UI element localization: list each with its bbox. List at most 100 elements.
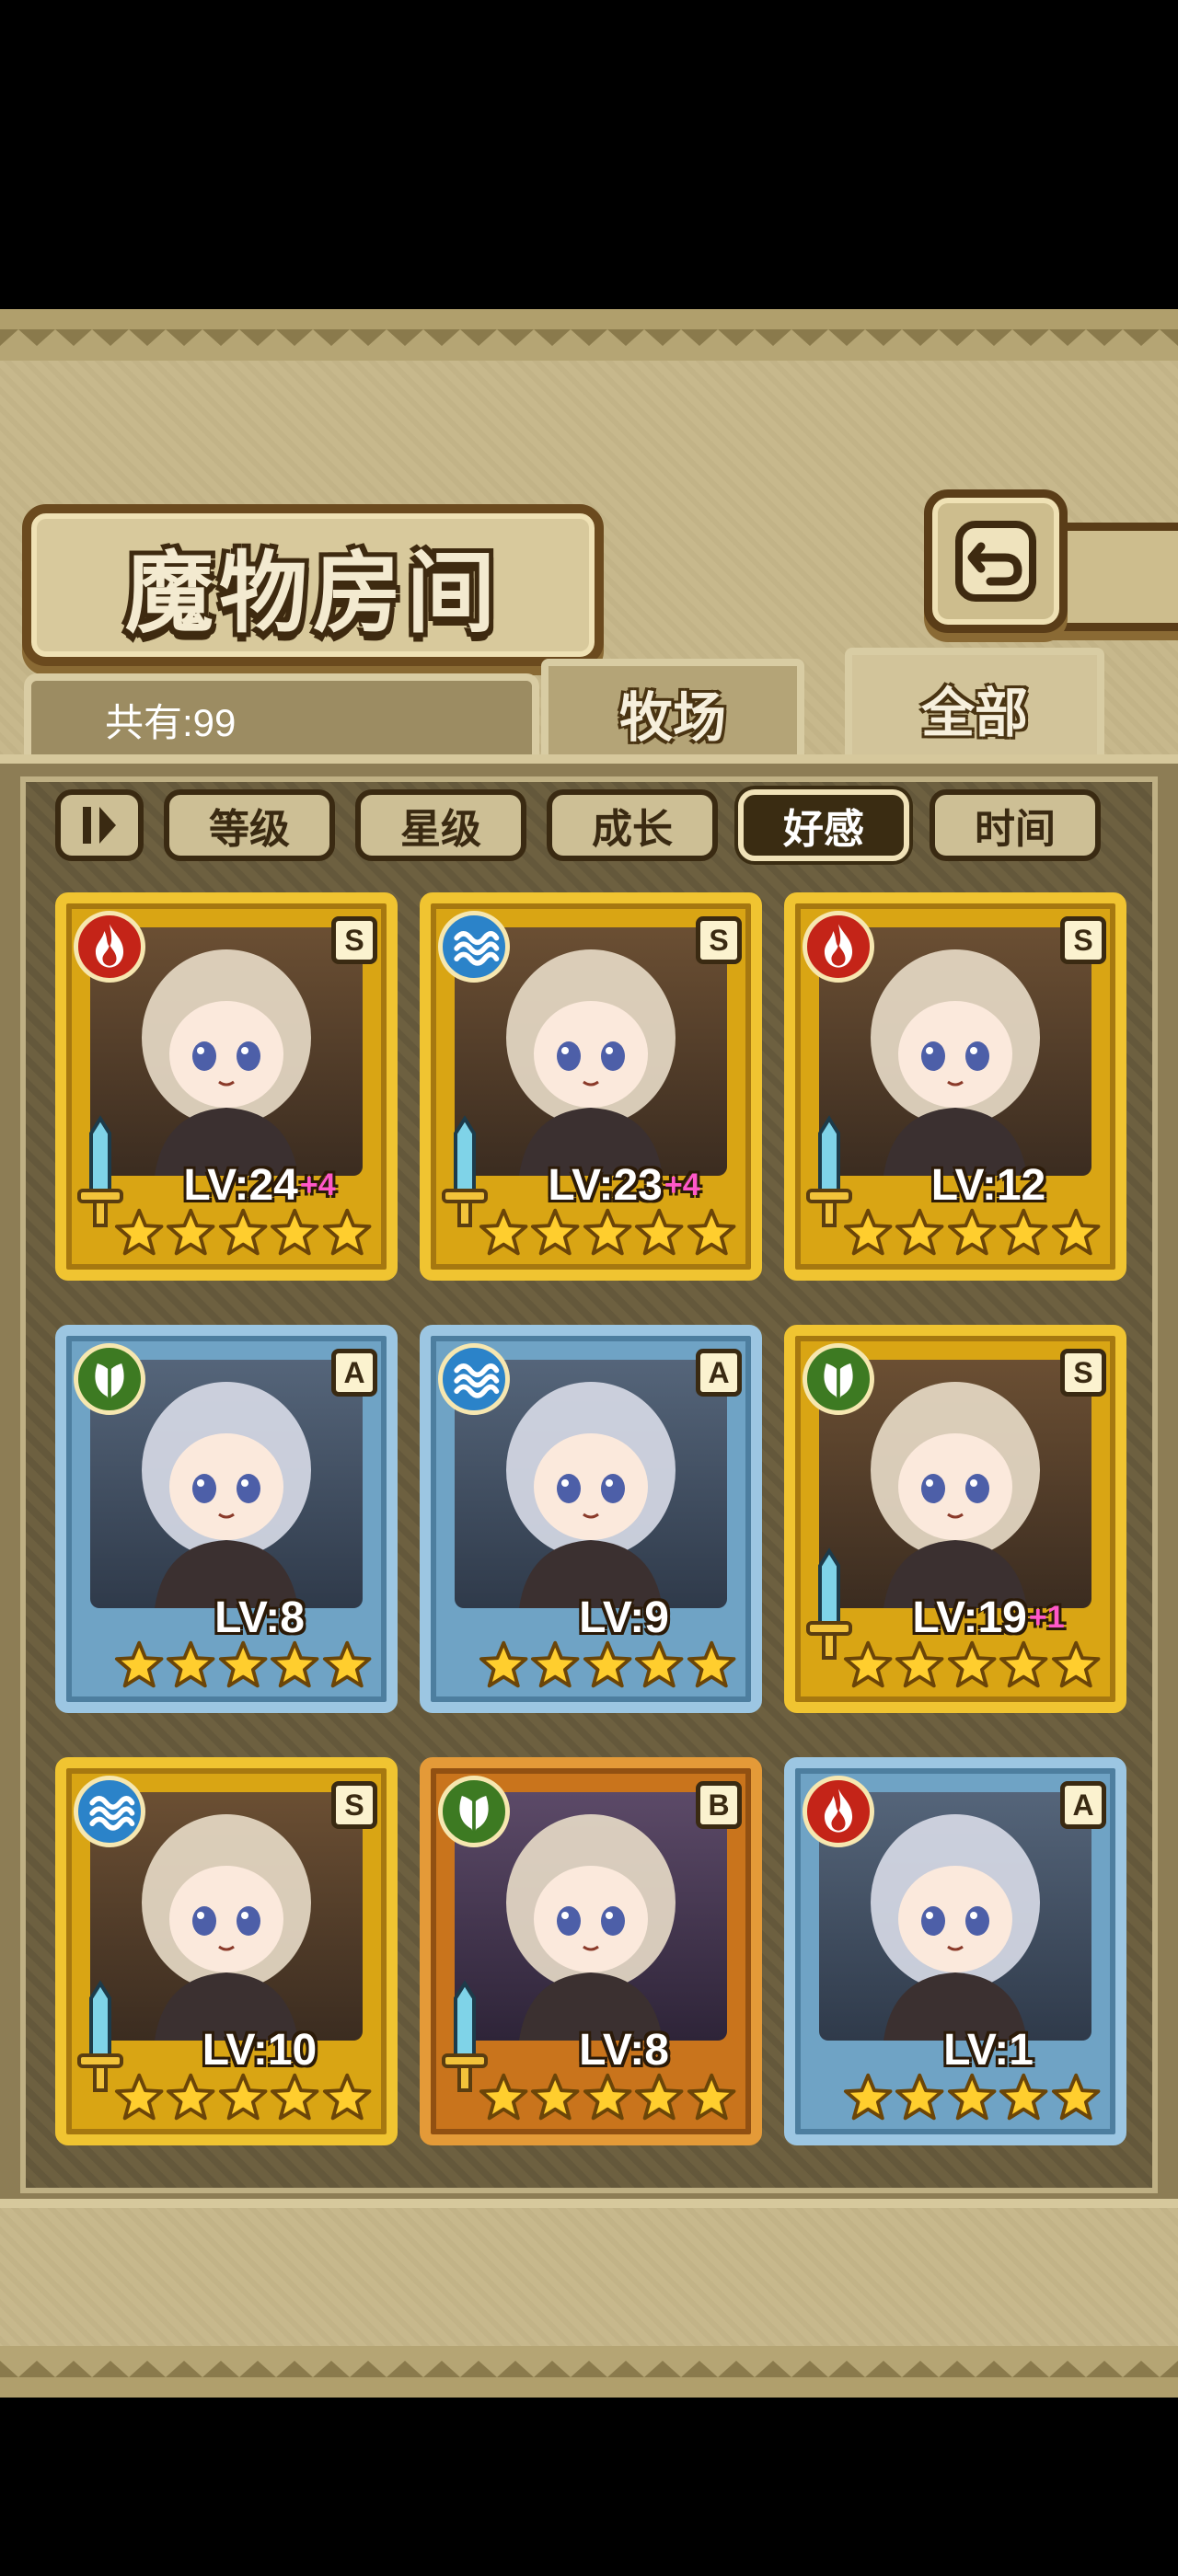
star-icon bbox=[479, 2073, 528, 2121]
star-icon bbox=[687, 1640, 736, 1688]
fire-element-icon bbox=[803, 1776, 874, 1847]
star-icon bbox=[999, 1640, 1048, 1688]
sort-by-affinity-label: 好感 bbox=[783, 806, 864, 853]
sort-by-growth-label: 成长 bbox=[592, 806, 673, 853]
level-text: LV:24 bbox=[183, 1160, 298, 1210]
return-icon bbox=[955, 521, 1036, 602]
monster-card[interactable]: S LV:10 bbox=[55, 1757, 398, 2145]
star-rating bbox=[479, 1207, 736, 1260]
star-rating bbox=[114, 2072, 372, 2125]
star-icon bbox=[947, 1208, 997, 1256]
sort-by-growth-button[interactable]: 成长 bbox=[547, 789, 718, 861]
tab-ranch-label: 牧场 bbox=[618, 686, 726, 749]
tab-ranch[interactable]: 牧场 bbox=[541, 659, 804, 767]
level-text: LV:8 bbox=[214, 1593, 305, 1642]
level-bonus: +4 bbox=[664, 1167, 700, 1202]
star-rating bbox=[843, 2072, 1101, 2125]
monster-level: LV:19 +1 bbox=[869, 1590, 1108, 1645]
star-icon bbox=[687, 1208, 736, 1256]
monster-card[interactable]: B LV:8 bbox=[420, 1757, 762, 2145]
sort-by-level-button[interactable]: 等级 bbox=[164, 789, 335, 861]
star-icon bbox=[271, 2073, 319, 2121]
monster-card[interactable]: S LV:23 +4 bbox=[420, 892, 762, 1281]
monster-level: LV:23 +4 bbox=[504, 1157, 744, 1213]
page-title: 魔物房间 bbox=[125, 540, 501, 645]
level-text: LV:23 bbox=[548, 1160, 663, 1210]
tab-all-label: 全部 bbox=[920, 682, 1028, 744]
star-icon bbox=[218, 1640, 268, 1688]
sort-by-level-label: 等级 bbox=[209, 806, 290, 853]
water-element-icon bbox=[74, 1776, 145, 1847]
star-icon bbox=[322, 1208, 372, 1256]
star-icon bbox=[322, 2073, 372, 2121]
star-icon bbox=[947, 1640, 997, 1688]
star-icon bbox=[843, 1640, 893, 1688]
star-icon bbox=[167, 2073, 215, 2121]
star-icon bbox=[999, 1208, 1048, 1256]
star-icon bbox=[635, 1208, 684, 1256]
star-icon bbox=[687, 2073, 736, 2121]
star-icon bbox=[322, 1640, 372, 1688]
monster-count-bar: 共有:99 bbox=[24, 673, 539, 765]
level-text: LV:9 bbox=[579, 1593, 669, 1642]
sort-by-star-label: 星级 bbox=[400, 806, 481, 853]
star-icon bbox=[583, 2073, 632, 2121]
star-rating bbox=[843, 1207, 1101, 1260]
star-icon bbox=[114, 1208, 164, 1256]
star-rating bbox=[843, 1639, 1101, 1693]
monster-level: LV:12 bbox=[869, 1157, 1108, 1213]
water-element-icon bbox=[438, 911, 510, 983]
back-button[interactable] bbox=[924, 489, 1068, 633]
rank-badge: A bbox=[331, 1349, 377, 1397]
zigzag-border-bottom bbox=[0, 2346, 1178, 2398]
star-icon bbox=[218, 2073, 268, 2121]
star-rating bbox=[479, 2072, 736, 2125]
sort-by-affinity-button[interactable]: 好感 bbox=[738, 789, 909, 861]
level-text: LV:10 bbox=[202, 2025, 318, 2075]
monster-card[interactable]: A LV:8 bbox=[55, 1325, 398, 1713]
star-icon bbox=[167, 1208, 215, 1256]
monster-level: LV:10 bbox=[140, 2022, 379, 2077]
monster-card[interactable]: S LV:12 bbox=[784, 892, 1126, 1281]
star-icon bbox=[843, 2073, 893, 2121]
level-bonus: +4 bbox=[299, 1167, 336, 1202]
star-icon bbox=[167, 1640, 215, 1688]
star-icon bbox=[218, 1208, 268, 1256]
rank-badge: S bbox=[696, 916, 742, 964]
level-bonus: +1 bbox=[1028, 1599, 1065, 1635]
star-icon bbox=[114, 2073, 164, 2121]
monster-card[interactable]: S LV:24 +4 bbox=[55, 892, 398, 1281]
monster-card[interactable]: A LV:1 bbox=[784, 1757, 1126, 2145]
sort-by-time-label: 时间 bbox=[975, 806, 1056, 853]
star-icon bbox=[999, 2073, 1048, 2121]
sort-order-toggle[interactable] bbox=[55, 789, 144, 861]
star-rating bbox=[114, 1639, 372, 1693]
sort-by-time-button[interactable]: 时间 bbox=[930, 789, 1101, 861]
rank-badge: S bbox=[331, 1781, 377, 1829]
monster-card[interactable]: S LV:19 +1 bbox=[784, 1325, 1126, 1713]
rank-badge: S bbox=[1060, 916, 1106, 964]
star-icon bbox=[271, 1208, 319, 1256]
rank-badge: A bbox=[1060, 1781, 1106, 1829]
star-icon bbox=[479, 1208, 528, 1256]
leaf-element-icon bbox=[74, 1343, 145, 1415]
star-icon bbox=[635, 2073, 684, 2121]
level-text: LV:8 bbox=[579, 2025, 669, 2075]
level-text: LV:19 bbox=[912, 1593, 1027, 1642]
monster-level: LV:9 bbox=[504, 1590, 744, 1645]
star-icon bbox=[1051, 1640, 1101, 1688]
tab-all[interactable]: 全部 bbox=[845, 648, 1104, 769]
star-rating bbox=[479, 1639, 736, 1693]
star-icon bbox=[531, 1208, 580, 1256]
monster-level: LV:1 bbox=[869, 2022, 1108, 2077]
star-icon bbox=[531, 2073, 580, 2121]
monster-card[interactable]: A LV:9 bbox=[420, 1325, 762, 1713]
rank-badge: B bbox=[696, 1781, 742, 1829]
level-text: LV:12 bbox=[930, 1160, 1046, 1210]
star-icon bbox=[947, 2073, 997, 2121]
rank-badge: S bbox=[1060, 1349, 1106, 1397]
sort-by-star-button[interactable]: 星级 bbox=[355, 789, 526, 861]
monster-level: LV:8 bbox=[504, 2022, 744, 2077]
monster-level: LV:8 bbox=[140, 1590, 379, 1645]
star-icon bbox=[895, 1640, 944, 1688]
